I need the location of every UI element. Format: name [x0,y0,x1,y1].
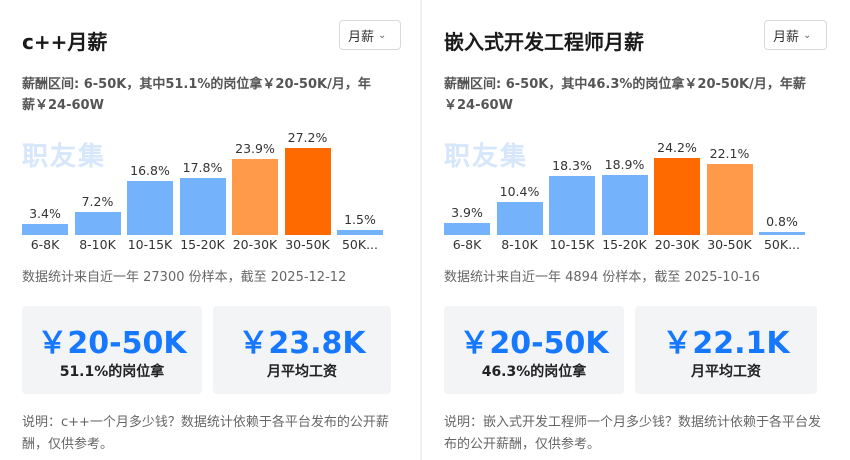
card-title: 嵌入式开发工程师月薪 [444,30,644,54]
bar-value-label: 24.2% [657,139,697,155]
chart-bar [654,157,700,235]
category-label: 20-30K [232,237,278,252]
chart-bar [601,174,648,235]
category-label: 50K... [341,237,379,252]
data-source-text: 数据统计来自近一年 4894 份样本，截至 2025-10-16 [444,270,761,285]
chart-bar [284,147,331,235]
bar-value-label: 10.4% [499,183,540,199]
chart-bar [549,176,595,235]
average-salary-stat: ￥22.1K 月平均工资 [635,306,817,394]
disclaimer-note: 说明：嵌入式开发工程师一个月多少钱？数据统计依赖于各平台发布的公开薪酬，仅供参考… [444,415,822,452]
salary-summary: 薪酬区间: 6-50K，其中46.3%的岗位拿￥20-50K/月，年薪￥24-6… [444,77,806,113]
category-label: 8-10K [501,237,538,252]
salary-range-stat: ￥20-50K 46.3%的岗位拿 [444,306,624,394]
stat-caption: 46.3%的岗位拿 [481,364,587,380]
bar-value-label: 27.2% [287,129,328,145]
period-dropdown[interactable]: 月薪 ⌄ [764,20,827,50]
bar-value-label: 23.9% [235,140,275,156]
chart-bar [179,178,226,235]
chart-bar [444,222,490,235]
stat-value: ￥22.1K [662,326,790,361]
bar-value-label: 17.8% [182,160,223,176]
category-label: 6-8K [452,237,482,252]
chart-bar [74,211,121,235]
bar-value-label: 3.9% [451,204,483,220]
bar-value-label: 0.8% [766,214,798,229]
salary-card-embedded: 嵌入式开发工程师月薪 月薪 ⌄ 薪酬区间: 6-50K，其中46.3%的岗位拿￥… [422,0,850,460]
category-label: 6-8K [30,237,60,252]
chart-bar [127,181,173,235]
bar-value-label: 7.2% [81,193,114,209]
stat-value: ￥23.8K [238,326,366,361]
bar-value-label: 18.3% [552,158,592,174]
category-label: 50K... [763,237,801,252]
data-source-text: 数据统计来自近一年 27300 份样本，截至 2025-12-12 [22,270,347,285]
salary-range-stat: ￥20-50K 51.1%的岗位拿 [22,306,202,394]
stat-value: ￥20-50K [37,326,187,361]
card-title: c++月薪 [22,30,108,54]
bar-value-label: 16.8% [130,163,170,179]
watermark-logo: 职友集 [22,142,107,172]
salary-summary: 薪酬区间: 6-50K，其中51.1%的岗位拿￥20-50K/月，年薪￥24-6… [22,77,371,113]
average-salary-stat: ￥23.8K 月平均工资 [213,306,391,394]
chart-bar [337,230,383,235]
chart-bar [232,158,278,235]
category-label: 20-30K [654,237,700,252]
chevron-down-icon: ⌄ [803,29,812,41]
chart-bar [706,164,753,235]
category-label: 10-15K [127,237,173,252]
bar-value-label: 3.4% [29,206,61,222]
stat-caption: 月平均工资 [267,364,337,380]
dropdown-label: 月薪 [348,29,375,45]
dropdown-label: 月薪 [773,29,800,45]
bar-value-label: 18.9% [604,156,645,172]
chevron-down-icon: ⌄ [378,29,387,41]
category-label: 30-50K [285,237,330,252]
category-label: 30-50K [707,237,752,252]
stat-value: ￥20-50K [459,326,609,361]
disclaimer-note: 说明：c++一个月多少钱？数据统计依赖于各平台发布的公开薪酬，仅供参考。 [22,415,389,452]
salary-card-cpp: c++月薪 月薪 ⌄ 薪酬区间: 6-50K，其中51.1%的岗位拿￥20-50… [0,0,420,460]
period-dropdown[interactable]: 月薪 ⌄ [339,20,401,50]
category-label: 8-10K [79,237,116,252]
chart-bar [496,201,543,235]
stat-caption: 月平均工资 [691,364,761,380]
chart-bar [22,224,68,235]
watermark-logo: 职友集 [444,142,529,172]
category-label: 15-20K [602,237,647,252]
category-label: 10-15K [549,237,595,252]
chart-bar [759,232,805,235]
category-label: 15-20K [180,237,225,252]
bar-value-label: 1.5% [344,212,376,228]
stat-caption: 51.1%的岗位拿 [59,364,165,380]
bar-value-label: 22.1% [709,146,750,162]
